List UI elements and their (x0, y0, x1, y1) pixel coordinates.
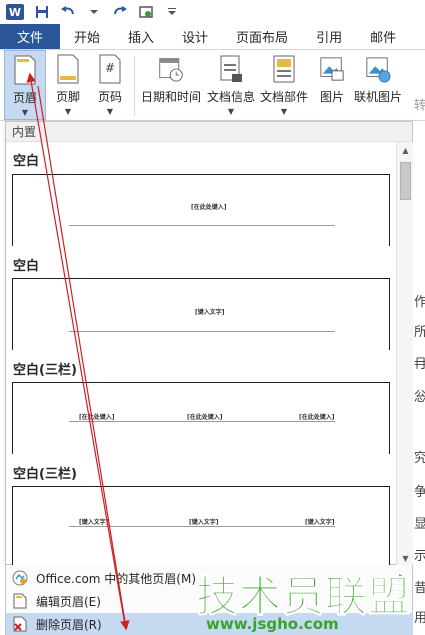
online-picture-button[interactable]: 联机图片 (352, 54, 404, 105)
footer-label: 页脚 (55, 90, 80, 104)
redo-icon[interactable] (112, 4, 128, 20)
picture-button[interactable]: 图片 (314, 54, 350, 105)
truncated-ribbon-label: 转 (414, 98, 425, 112)
tab-home[interactable]: 开始 (60, 24, 114, 49)
doc-text: 作 (414, 295, 425, 310)
placeholder-text: [在此处键入] (299, 414, 335, 421)
doc-text: 用 (414, 611, 425, 626)
doc-text: 所 (414, 325, 425, 340)
chevron-down-icon: ▼ (64, 107, 72, 116)
doc-parts-icon (273, 55, 295, 83)
document-area: 作 所 冄 忩 究 争 显 示 昔 用 (413, 121, 425, 635)
menu-item-label: 删除页眉(R) (36, 617, 102, 632)
menu-item-label: 编辑页眉(E) (36, 594, 101, 609)
save-icon[interactable] (34, 4, 50, 20)
doc-text: 示 (414, 549, 425, 564)
placeholder-text: [键入文字] (79, 519, 109, 526)
menu-item-label: Office.com 中的其他页眉(M) (36, 571, 197, 586)
tab-file[interactable]: 文件 (0, 24, 60, 49)
tab-design[interactable]: 设计 (168, 24, 222, 49)
submenu-arrow-icon: ▶ (399, 573, 406, 583)
placeholder-text: [键入文字] (195, 309, 225, 316)
gallery-list: 空白 [在此处键入] 空白 [键入文字] 空白(三栏) [在此处键入] [在此处… (6, 142, 396, 566)
gallery-scrollbar[interactable]: ▲ ▼ (396, 142, 413, 566)
gallery-item-blank-2[interactable]: [键入文字] (12, 278, 390, 350)
gallery-item-three-column-2[interactable]: [键入文字] [键入文字] [键入文字] (12, 486, 390, 566)
ribbon-tabs: 文件 开始 插入 设计 页面布局 引用 邮件 (0, 24, 425, 49)
online-picture-icon (366, 57, 391, 83)
chevron-down-icon: ▼ (227, 107, 235, 116)
doc-info-label: 文档信息 (206, 90, 255, 104)
page-number-icon: # (99, 54, 121, 84)
doc-parts-label: 文档部件 (259, 90, 308, 104)
scrollbar-thumb[interactable] (400, 162, 411, 200)
chevron-down-icon: ▼ (21, 108, 29, 117)
menu-item-remove-header[interactable]: 删除页眉(R) (6, 613, 414, 635)
picture-icon (320, 57, 344, 81)
gallery-section-header: 内置 (6, 122, 412, 142)
doc-text: 冄 (414, 357, 425, 372)
tab-mailings[interactable]: 邮件 (356, 24, 410, 49)
tab-insert[interactable]: 插入 (114, 24, 168, 49)
date-time-label: 日期和时间 (140, 90, 201, 104)
header-rule (69, 225, 335, 226)
doc-text: 究 (414, 451, 425, 466)
placeholder-text: [键入文字] (189, 519, 219, 526)
online-picture-label: 联机图片 (353, 90, 402, 104)
quick-access-toolbar: W (0, 0, 425, 24)
placeholder-text: [在此处键入] (187, 414, 223, 421)
scroll-up-icon[interactable]: ▲ (397, 142, 414, 158)
menu-item-edit-header[interactable]: 编辑页眉(E) (6, 590, 414, 612)
gallery-item-title: 空白 (13, 154, 40, 169)
svg-text:#: # (105, 61, 115, 75)
word-logo-icon: W (6, 4, 24, 20)
footer-button[interactable]: 页脚 ▼ (50, 54, 86, 116)
placeholder-text: [在此处键入] (79, 414, 115, 421)
tab-references[interactable]: 引用 (302, 24, 356, 49)
doc-text: 显 (414, 517, 425, 532)
picture-label: 图片 (319, 90, 344, 104)
remove-header-icon (12, 616, 28, 632)
gallery-item-blank[interactable]: [在此处键入] (12, 174, 390, 246)
calendar-icon (159, 58, 183, 82)
edit-header-icon (12, 593, 28, 609)
header-rule (69, 421, 335, 422)
ribbon-panel: 页眉 ▼ 页脚 ▼ # 页码 ▼ 日期和时间 文档信息 ▼ 文档部件 ▼ 图片 … (0, 49, 425, 121)
header-rule (69, 526, 335, 527)
doc-parts-button[interactable]: 文档部件 ▼ (258, 54, 310, 116)
doc-text: 争 (414, 485, 425, 500)
date-time-button[interactable]: 日期和时间 (138, 54, 204, 105)
gallery-item-title: 空白(三栏) (13, 467, 77, 482)
doc-info-button[interactable]: 文档信息 ▼ (205, 54, 257, 116)
header-button[interactable]: 页眉 ▼ (4, 50, 46, 120)
chevron-down-icon: ▼ (280, 107, 288, 116)
header-menu: Office.com 中的其他页眉(M) ▶ 编辑页眉(E) 删除页眉(R) (5, 565, 414, 635)
header-gallery-dropdown: 内置 空白 [在此处键入] 空白 [键入文字] 空白(三栏) [在此处键入] [… (5, 121, 413, 566)
customize-toolbar-icon[interactable] (164, 4, 180, 20)
header-label: 页眉 (12, 91, 37, 105)
scroll-down-icon[interactable]: ▼ (397, 550, 414, 566)
gallery-item-three-column[interactable]: [在此处键入] [在此处键入] [在此处键入] (12, 382, 390, 454)
menu-item-more-headers[interactable]: Office.com 中的其他页眉(M) ▶ (6, 567, 414, 589)
page-number-label: 页码 (97, 90, 122, 104)
office-globe-icon (12, 570, 28, 586)
footer-icon (57, 54, 79, 84)
touch-mode-icon[interactable] (138, 4, 154, 20)
header-rule (69, 331, 335, 332)
placeholder-text: [键入文字] (305, 519, 335, 526)
gallery-item-title: 空白(三栏) (13, 363, 77, 378)
placeholder-text: [在此处键入] (191, 204, 227, 211)
page-number-button[interactable]: # 页码 ▼ (92, 54, 128, 116)
chevron-down-icon: ▼ (106, 107, 114, 116)
doc-text: 忩 (414, 390, 425, 405)
doc-text: 昔 (414, 581, 425, 596)
doc-info-icon (220, 55, 242, 82)
chevron-down-icon[interactable] (86, 4, 102, 20)
ribbon-divider (134, 56, 135, 116)
tab-page-layout[interactable]: 页面布局 (222, 24, 302, 49)
undo-icon[interactable] (60, 4, 76, 20)
header-icon (14, 55, 36, 85)
gallery-item-title: 空白 (13, 259, 40, 274)
